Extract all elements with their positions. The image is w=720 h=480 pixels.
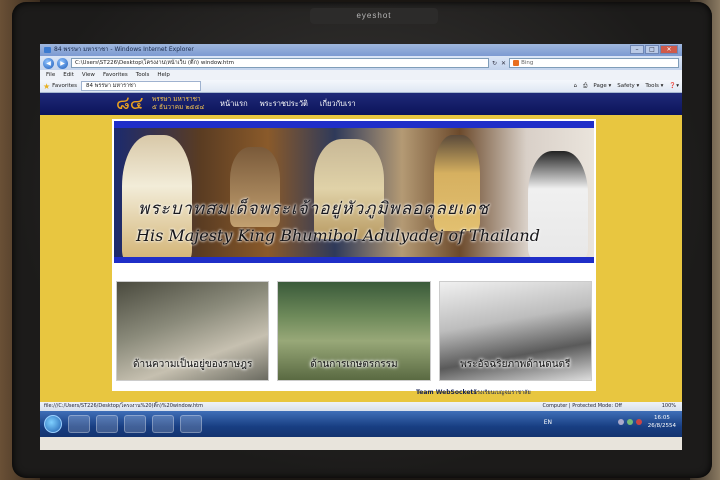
back-button[interactable]: ◀ — [43, 57, 54, 69]
taskbar-app-icon[interactable] — [180, 415, 202, 433]
favorites-button[interactable]: ★ Favorites — [43, 82, 77, 91]
status-url: file:///C:/Users/ST226/Desktop/โครงงาน%2… — [44, 403, 203, 409]
taskbar-ie-icon[interactable] — [68, 415, 90, 433]
search-engine-label: Bing — [521, 60, 534, 66]
minimize-button[interactable]: – — [630, 45, 644, 54]
nav-biography[interactable]: พระราชประวัติ — [260, 93, 308, 115]
search-input[interactable]: Bing — [509, 58, 679, 68]
card-music[interactable]: พระอัจฉริยภาพด้านดนตรี — [438, 281, 592, 381]
page-content: พระบาทสมเด็จพระเจ้าอยู่หัวภูมิพลอดุลยเดช… — [112, 119, 596, 391]
site-logo-line2: ๕ ธันวาคม ๒๕๕๔ — [152, 103, 205, 111]
taskbar-folder-icon[interactable] — [96, 415, 118, 433]
print-icon[interactable]: ⎙ — [583, 83, 587, 90]
network-icon[interactable] — [618, 419, 624, 425]
safety-menu[interactable]: Safety ▾ — [617, 83, 639, 90]
address-row: ◀ ▶ C:\Users\ST226\Desktop\โครงงาน\หน้าเ… — [40, 56, 682, 70]
monitor-screen: 84 พรรษา มหาราชา - Windows Internet Expl… — [40, 44, 682, 450]
window-controls: – □ ✕ — [630, 45, 678, 54]
hero-top-band — [114, 121, 594, 128]
alert-icon[interactable] — [636, 419, 642, 425]
home-icon[interactable]: ⌂ — [573, 83, 577, 90]
volume-icon[interactable] — [627, 419, 633, 425]
hero-title-english: His Majesty King Bhumibol Adulyadej of T… — [136, 226, 540, 245]
topic-cards: ด้านความเป็นอยู่ของราษฎร ด้านการเกษตรกรร… — [114, 281, 594, 381]
hero-title-thai: พระบาทสมเด็จพระเจ้าอยู่หัวภูมิพลอดุลยเดช — [138, 199, 490, 219]
bing-icon — [513, 60, 520, 66]
command-bar: ⌂ ⎙ Page ▾ Safety ▾ Tools ▾ ❓▾ — [573, 83, 679, 90]
footer-team: Team WebSockets — [416, 389, 477, 396]
windows-taskbar: EN 16:05 26/8/2554 — [40, 411, 682, 437]
clock[interactable]: 16:05 26/8/2554 — [648, 414, 676, 430]
close-button[interactable]: ✕ — [660, 45, 678, 54]
taskbar-media-icon[interactable] — [124, 415, 146, 433]
favorites-label: Favorites — [52, 83, 78, 89]
menu-edit[interactable]: Edit — [63, 70, 74, 80]
clock-time: 16:05 — [653, 415, 670, 421]
menu-file[interactable]: File — [46, 70, 55, 80]
card-agriculture[interactable]: ด้านการเกษตรกรรม — [277, 281, 431, 381]
site-logo-text: พรรษา มหาราชา ๕ ธันวาคม ๒๕๕๔ — [152, 95, 204, 111]
forward-button[interactable]: ▶ — [57, 57, 68, 69]
menu-favorites[interactable]: Favorites — [103, 70, 128, 80]
hero-bottom-band — [114, 257, 594, 263]
address-bar[interactable]: C:\Users\ST226\Desktop\โครงงาน\หน้าเว็บ … — [71, 58, 489, 68]
refresh-icon[interactable]: ↻ — [492, 60, 497, 67]
menu-view[interactable]: View — [82, 70, 95, 80]
clock-date: 26/8/2554 — [647, 423, 676, 429]
footer-school: โรงเรียนเบญจมราชาลัย — [474, 390, 531, 396]
menu-tools[interactable]: Tools — [136, 70, 150, 80]
address-tools: ↻ ✕ — [492, 60, 506, 67]
card-livelihood-label: ด้านความเป็นอยู่ของราษฎร — [133, 359, 253, 370]
site-logo-line1: พรรษา มหาราชา — [152, 95, 201, 103]
menu-bar: File Edit View Favorites Tools Help — [40, 70, 682, 80]
browser-title-bar: 84 พรรษา มหาราชา - Windows Internet Expl… — [40, 44, 682, 56]
language-indicator[interactable]: EN — [544, 419, 552, 426]
site-logo-number: ๘๔ — [116, 93, 144, 114]
site-navigation: ๘๔ พรรษา มหาราชา ๕ ธันวาคม ๒๕๕๔ หน้าแรก … — [40, 93, 682, 115]
menu-help[interactable]: Help — [157, 70, 170, 80]
browser-title: 84 พรรษา มหาราชา - Windows Internet Expl… — [54, 46, 194, 53]
nav-about[interactable]: เกี่ยวกับเรา — [320, 93, 356, 115]
start-button[interactable] — [44, 415, 62, 433]
site-nav-items: หน้าแรก พระราชประวัติ เกี่ยวกับเรา — [220, 93, 356, 115]
favorites-bar: ★ Favorites 84 พรรษา มหาราชา ⌂ ⎙ Page ▾ … — [40, 80, 682, 93]
status-zone: Computer | Protected Mode: Off — [542, 403, 622, 409]
card-agriculture-label: ด้านการเกษตรกรรม — [310, 359, 398, 370]
taskbar-app-icon[interactable] — [152, 415, 174, 433]
browser-tab[interactable]: 84 พรรษา มหาราชา — [81, 81, 202, 91]
hero-banner: พระบาทสมเด็จพระเจ้าอยู่หัวภูมิพลอดุลยเดช… — [114, 121, 594, 263]
ie-icon — [44, 47, 51, 53]
browser-status-bar: file:///C:/Users/ST226/Desktop/โครงงาน%2… — [40, 402, 682, 411]
tools-menu[interactable]: Tools ▾ — [645, 83, 663, 90]
zoom-level[interactable]: 100% — [662, 402, 676, 411]
star-icon: ★ — [43, 81, 51, 91]
monitor-brand-label: eyeshot — [310, 8, 438, 24]
help-menu[interactable]: ❓▾ — [669, 83, 679, 90]
card-livelihood[interactable]: ด้านความเป็นอยู่ของราษฎร — [116, 281, 270, 381]
nav-home[interactable]: หน้าแรก — [220, 93, 248, 115]
portrait-figure — [314, 139, 384, 239]
system-tray-icons — [618, 419, 642, 425]
maximize-button[interactable]: □ — [645, 45, 659, 54]
page-menu[interactable]: Page ▾ — [593, 83, 611, 90]
web-page: ๘๔ พรรษา มหาราชา ๕ ธันวาคม ๒๕๕๔ หน้าแรก … — [40, 93, 682, 402]
card-music-label: พระอัจฉริยภาพด้านดนตรี — [460, 359, 571, 370]
stop-icon[interactable]: ✕ — [501, 60, 506, 67]
